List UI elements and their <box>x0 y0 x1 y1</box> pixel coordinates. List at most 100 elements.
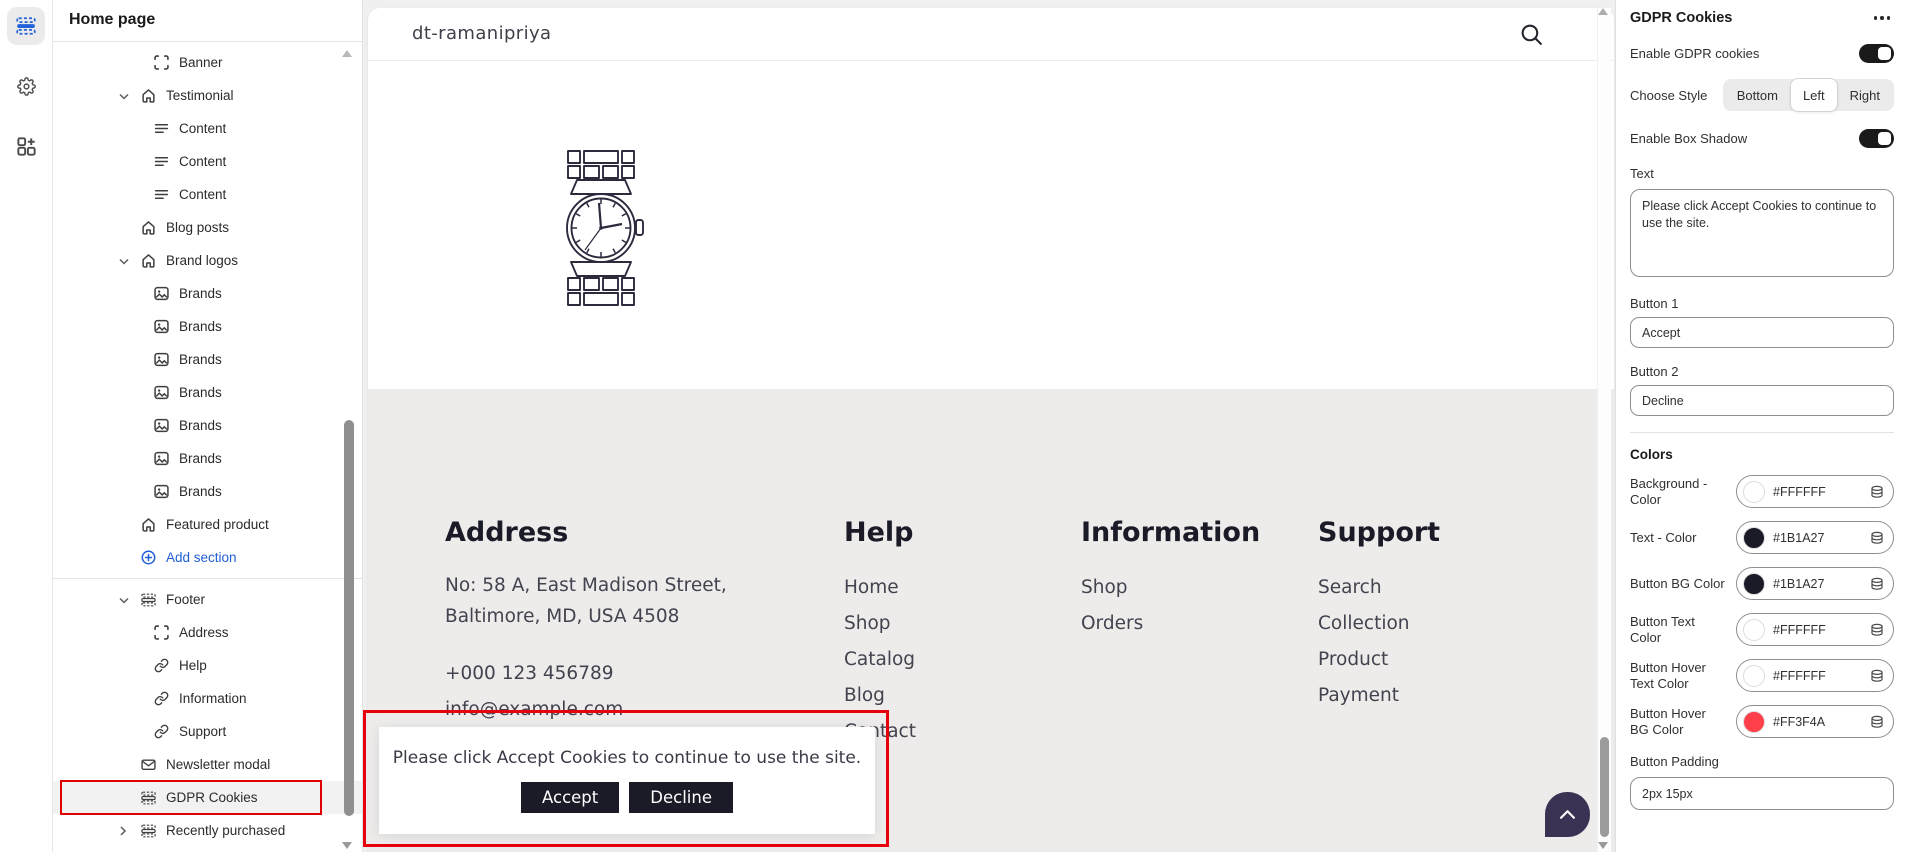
footer-link[interactable]: Product <box>1318 642 1440 678</box>
sidebar-item-brands-3[interactable]: Brands <box>53 343 362 376</box>
footer-link[interactable]: Shop <box>1081 570 1260 606</box>
sidebar-item-content-3[interactable]: Content <box>53 178 362 211</box>
color-field-label: Button BG Color <box>1630 576 1726 592</box>
settings-nav-button[interactable] <box>7 67 45 105</box>
sidebar-item-label: Brand logos <box>166 253 238 268</box>
theme-settings-stack-icon[interactable] <box>1870 715 1884 729</box>
footer-link[interactable]: Catalog <box>844 642 916 678</box>
preview-scroll-down-arrow[interactable] <box>1598 842 1608 849</box>
kebab-menu-icon[interactable] <box>1870 12 1895 24</box>
footer-link[interactable]: Search <box>1318 570 1440 606</box>
footer-phone[interactable]: +000 123 456789 <box>445 656 727 692</box>
box-shadow-toggle[interactable] <box>1859 129 1894 148</box>
sections-icon <box>16 17 36 35</box>
background-color-field[interactable]: #FFFFFF <box>1736 475 1894 508</box>
sidebar-divider <box>53 578 362 579</box>
color-swatch <box>1743 665 1765 687</box>
sidebar-item-featured-product[interactable]: Featured product <box>53 508 362 541</box>
sidebar-item-footer[interactable]: Footer <box>53 583 362 616</box>
sidebar-item-brands-4[interactable]: Brands <box>53 376 362 409</box>
sidebar-item-label: Banner <box>179 55 223 70</box>
home-icon <box>141 220 156 235</box>
button-hover-bg-color-field[interactable]: #FF3F4A <box>1736 705 1894 738</box>
sidebar-scroll-up-arrow[interactable] <box>342 50 352 57</box>
banner-text-input[interactable]: Please click Accept Cookies to continue … <box>1630 189 1894 277</box>
decline-cookies-button[interactable]: Decline <box>629 782 733 813</box>
sidebar-item-address[interactable]: Address <box>53 616 362 649</box>
sidebar-item-label: Help <box>179 658 207 673</box>
button-hover-text-color-field[interactable]: #FFFFFF <box>1736 659 1894 692</box>
footer-link[interactable]: Payment <box>1318 678 1440 714</box>
chevron-right-icon[interactable] <box>119 826 131 836</box>
theme-settings-stack-icon[interactable] <box>1870 669 1884 683</box>
footer-heading: Help <box>844 517 916 548</box>
scroll-to-top-button[interactable] <box>1545 792 1590 837</box>
button-text-color-field[interactable]: #FFFFFF <box>1736 613 1894 646</box>
site-header: dt-ramanipriya <box>368 8 1614 61</box>
sidebar-item-brands-6[interactable]: Brands <box>53 442 362 475</box>
style-option-bottom[interactable]: Bottom <box>1725 81 1790 109</box>
theme-settings-stack-icon[interactable] <box>1870 623 1884 637</box>
enable-gdpr-toggle[interactable] <box>1859 44 1894 63</box>
sidebar-item-gdpr-cookies[interactable]: GDPR Cookies <box>53 781 362 814</box>
sidebar-item-label: GDPR Cookies <box>166 790 258 805</box>
sidebar-item-brands-1[interactable]: Brands <box>53 277 362 310</box>
apps-nav-button[interactable] <box>7 127 45 165</box>
color-hex-value: #1B1A27 <box>1773 531 1862 545</box>
sidebar-scroll-down-arrow[interactable] <box>342 842 352 849</box>
sidebar-item-label: Blog posts <box>166 220 229 235</box>
sidebar-item-content-1[interactable]: Content <box>53 112 362 145</box>
button-bg-color-field[interactable]: #1B1A27 <box>1736 567 1894 600</box>
sidebar-item-banner[interactable]: Banner <box>53 46 362 79</box>
chevron-down-icon[interactable] <box>119 257 131 265</box>
sidebar-item-brands-7[interactable]: Brands <box>53 475 362 508</box>
sidebar-item-brands-2[interactable]: Brands <box>53 310 362 343</box>
sidebar-item-label: Support <box>179 724 226 739</box>
sidebar-item-newsletter-modal[interactable]: Newsletter modal <box>53 748 362 781</box>
chevron-down-icon[interactable] <box>119 92 131 100</box>
sidebar-item-brand-logos[interactable]: Brand logos <box>53 244 362 277</box>
button1-input[interactable] <box>1630 317 1894 348</box>
sidebar-item-content-2[interactable]: Content <box>53 145 362 178</box>
sidebar-item-label: Recently purchased <box>166 823 285 838</box>
chevron-down-icon[interactable] <box>119 596 131 604</box>
sidebar-item-support[interactable]: Support <box>53 715 362 748</box>
style-option-right[interactable]: Right <box>1838 81 1892 109</box>
text-color-field[interactable]: #1B1A27 <box>1736 521 1894 554</box>
footer-link[interactable]: Shop <box>844 606 916 642</box>
sidebar-item-label: Brands <box>179 286 222 301</box>
site-logo[interactable]: dt-ramanipriya <box>412 8 552 60</box>
preview-scrollbar-thumb[interactable] <box>1600 737 1609 837</box>
sections-nav-button[interactable] <box>7 7 45 45</box>
sidebar-item-recently-purchased[interactable]: Recently purchased <box>53 814 362 847</box>
footer-link[interactable]: Orders <box>1081 606 1260 642</box>
theme-settings-stack-icon[interactable] <box>1870 485 1884 499</box>
footer-link[interactable]: Blog <box>844 678 916 714</box>
sidebar-item-testimonial[interactable]: Testimonial <box>53 79 362 112</box>
sidebar-item-blog-posts[interactable]: Blog posts <box>53 211 362 244</box>
address-line: Baltimore, MD, USA 4508 <box>445 601 727 632</box>
footer-link[interactable]: Home <box>844 570 916 606</box>
button2-input[interactable] <box>1630 385 1894 416</box>
sidebar-scrollbar-thumb[interactable] <box>344 420 354 816</box>
theme-editor: Home page Banner Testimonial Content Con… <box>0 0 1908 852</box>
preview-scroll-up-arrow[interactable] <box>1598 8 1608 15</box>
sidebar-item-brands-5[interactable]: Brands <box>53 409 362 442</box>
theme-settings-stack-icon[interactable] <box>1870 577 1884 591</box>
sidebar-item-information[interactable]: Information <box>53 682 362 715</box>
accept-cookies-button[interactable]: Accept <box>521 782 619 813</box>
theme-settings-stack-icon[interactable] <box>1870 531 1884 545</box>
style-option-left[interactable]: Left <box>1790 78 1838 112</box>
search-icon[interactable] <box>1519 22 1544 47</box>
preview-scrollbar-track[interactable] <box>1597 8 1611 852</box>
color-hex-value: #FFFFFF <box>1773 669 1862 683</box>
button-padding-input[interactable] <box>1630 777 1894 810</box>
button2-label: Button 2 <box>1630 364 1894 379</box>
add-section-button[interactable]: Add section <box>53 541 362 574</box>
enable-gdpr-label: Enable GDPR cookies <box>1630 46 1759 61</box>
sidebar-item-help[interactable]: Help <box>53 649 362 682</box>
home-icon <box>141 517 156 532</box>
cookie-banner: Please click Accept Cookies to continue … <box>379 727 875 834</box>
footer-link[interactable]: Collection <box>1318 606 1440 642</box>
panel-divider <box>1630 432 1894 433</box>
